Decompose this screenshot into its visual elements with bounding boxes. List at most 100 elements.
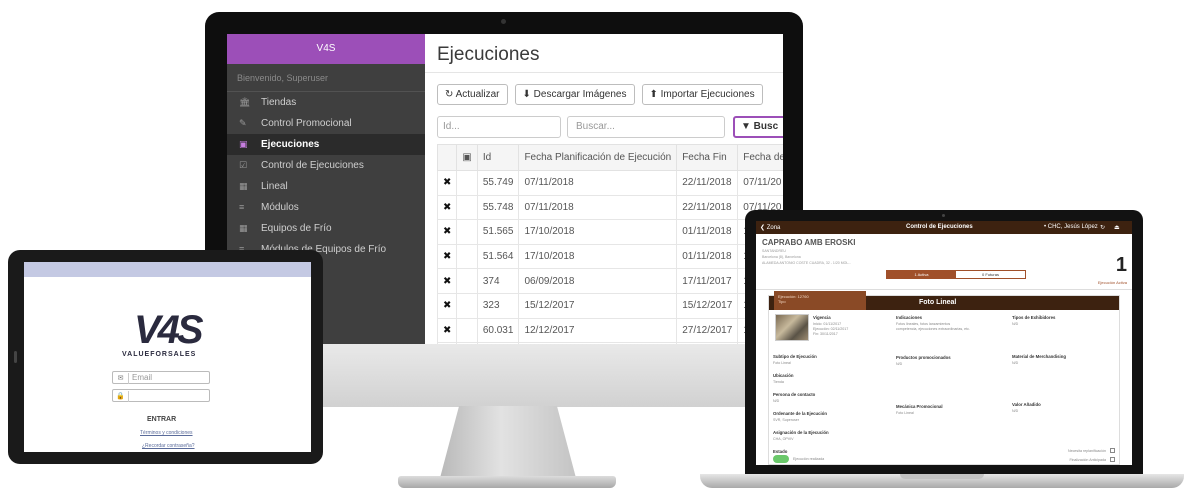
sidebar-item-icon: ☑ (239, 160, 248, 170)
remove-icon[interactable]: ✖ (436, 194, 458, 221)
estado-value: Ejecución realizada (793, 457, 825, 461)
execution-card: Ejecución: 12760 Tipo Foto Lineal Vigenc… (768, 291, 1120, 465)
card-title: Foto Lineal (919, 299, 957, 306)
forgot-password-link[interactable]: ¿Recordar contraseña? (142, 443, 195, 449)
monitor-camera (501, 19, 506, 24)
remove-icon[interactable]: ✖ (436, 219, 458, 245)
store-address: ALAMEDA ANTONIO COSTE CUADRA, 32 - 1/20 … (762, 261, 852, 265)
row-select-cell[interactable] (456, 292, 478, 319)
welcome-text: Bienvenido, Superuser (227, 64, 425, 92)
refresh-icon[interactable]: ↻ (1100, 224, 1105, 231)
remove-icon[interactable]: ✖ (436, 292, 458, 319)
column-header[interactable]: Fecha de (737, 144, 783, 171)
planned-date-cell: 15/12/2017 (518, 292, 678, 319)
import-executions-button[interactable]: ⬆ Importar Ejecuciones (641, 84, 763, 105)
laptop-nav-bar: ❮ Zona Control de Ejecuciones • CHC, Jes… (756, 221, 1132, 234)
column-header[interactable] (436, 144, 458, 171)
store-header: CAPRABO AMB EROSKI SANTANDREU Barcelona … (756, 234, 1132, 290)
monitor-stand-base (398, 476, 616, 488)
end-date-cell: 15/12/2017 (676, 292, 739, 319)
id-cell: 51.565 (476, 219, 520, 245)
column-header[interactable]: Id (476, 144, 520, 171)
main-panel: Ejecuciones ↻ Actualizar ⬇ Descargar Imá… (425, 34, 783, 352)
row-select-cell[interactable] (456, 317, 478, 344)
table-row[interactable]: ✖32315/12/201715/12/201715 (436, 292, 783, 319)
segment-future[interactable]: 0 Futuras (956, 271, 1025, 278)
sidebar-item-1[interactable]: ✎ Control Promocional (227, 113, 425, 134)
table-row[interactable]: ✖ 55.748 07/11/2018 22/11/2018 07/11/20 (436, 194, 783, 221)
table-row[interactable]: ✖60.03112/12/201727/12/201712 (436, 317, 783, 344)
row-select-cell[interactable] (456, 194, 478, 221)
replanificacion-checkbox[interactable] (1110, 448, 1115, 453)
vigencia-label: Vigencia (813, 315, 831, 320)
column-header[interactable]: Fecha Fin (676, 144, 739, 171)
estado-toggle[interactable] (773, 455, 789, 463)
remove-icon[interactable]: ✖ (436, 317, 458, 344)
search-button[interactable]: ▼ Busc (733, 116, 783, 138)
tipos-value: N/D (1012, 322, 1019, 326)
id-filter-input[interactable]: Id... (437, 116, 561, 138)
sidebar-brand[interactable]: V4S (227, 34, 425, 64)
sidebar-item-4[interactable]: ▦ Lineal (227, 176, 425, 197)
sidebar-item-2[interactable]: ▣ Ejecuciones (227, 134, 425, 155)
sidebar-item-label: Equipos de Frío (261, 223, 332, 234)
store-line-2: Barcelona (8), Barcelona (762, 255, 801, 259)
table-row[interactable]: ✖37406/09/201817/11/201717 (436, 268, 783, 294)
ubicacion-label: Ubicación (773, 373, 794, 378)
terms-link[interactable]: Términos y condiciones (140, 430, 193, 436)
planned-date-cell: 17/10/2018 (518, 243, 678, 270)
planned-date-cell: 07/11/2018 (518, 170, 678, 196)
execution-badge: Ejecución: 12760 Tipo (774, 291, 866, 310)
remove-icon[interactable]: ✖ (436, 268, 458, 294)
remove-icon[interactable]: ✖ (436, 243, 458, 270)
id-cell: 374 (476, 268, 520, 294)
laptop-device: ❮ Zona Control de Ejecuciones • CHC, Jes… (745, 210, 1143, 474)
end-date-cell: 22/11/2018 (676, 170, 739, 196)
login-button[interactable]: ENTRAR (147, 416, 176, 423)
remove-icon[interactable]: ✖ (436, 170, 458, 196)
back-button[interactable]: ❮ Zona (760, 224, 780, 231)
segment-active[interactable]: 1 Activa (887, 271, 956, 278)
lock-icon: 🔒 (113, 391, 129, 402)
v4s-logo: V4S (134, 308, 204, 352)
user-name[interactable]: • CHC, Jesús López (1044, 224, 1098, 230)
download-images-button[interactable]: ⬇ Descargar Imágenes (514, 84, 635, 105)
asignacion-label: Asignación de la Ejecución (773, 430, 829, 435)
table-header-row: ▣ Id Fecha Planificación de Ejecución Fecha… (436, 144, 783, 171)
finalizacion-label: Finalización Anticipada (1069, 458, 1106, 462)
indicaciones-line-2: competencia, ejecuciones extraordinarias… (896, 327, 970, 331)
valor-label: Valor Añadido (1012, 402, 1041, 407)
sidebar-item-label: Tiendas (261, 97, 297, 108)
table-row[interactable]: ✖ 55.749 07/11/2018 22/11/2018 07/11/20 (436, 170, 783, 196)
password-field[interactable]: 🔒 (112, 389, 210, 402)
column-header[interactable]: ▣ (456, 144, 478, 171)
row-select-cell[interactable] (456, 170, 478, 196)
table-row[interactable]: ✖51.56517/10/201801/11/201817 (436, 219, 783, 245)
sidebar-item-5[interactable]: ≡ Módulos (227, 197, 425, 218)
ordenante-label: Ordenante de la Ejecución (773, 411, 827, 416)
executions-table: ▣ Id Fecha Planificación de Ejecución Fecha… (436, 144, 783, 352)
vigencia-end: Fin: 30/11/2017 (813, 332, 838, 336)
search-input[interactable]: Buscar... (567, 116, 725, 138)
refresh-button[interactable]: ↻ Actualizar (437, 84, 508, 105)
laptop-notch (900, 474, 984, 479)
row-select-cell[interactable] (456, 243, 478, 270)
ordenante-value: SVR, Superuser (773, 418, 799, 422)
row-select-cell[interactable] (456, 268, 478, 294)
logout-icon[interactable]: ⏏ (1114, 224, 1120, 231)
row-select-cell[interactable] (456, 219, 478, 245)
sidebar-item-3[interactable]: ☑ Control de Ejecuciones (227, 155, 425, 176)
page-title: Ejecuciones (437, 44, 540, 65)
sidebar-item-0[interactable]: 🏛 Tiendas (227, 92, 425, 113)
toolbar: ↻ Actualizar ⬇ Descargar Imágenes ⬆ Impo… (437, 84, 763, 105)
shelf-photo[interactable] (775, 314, 809, 341)
sidebar-item-icon: ≡ (239, 202, 245, 212)
id-cell: 55.749 (476, 170, 520, 196)
table-row[interactable]: ✖51.56417/10/201801/11/201817 (436, 243, 783, 270)
email-field[interactable]: ✉ Email (112, 371, 210, 384)
column-header[interactable]: Fecha Planificación de Ejecución (518, 144, 678, 171)
finalizacion-checkbox[interactable] (1110, 457, 1115, 462)
sidebar-item-6[interactable]: ▦ Equipos de Frío (227, 218, 425, 239)
sidebar-item-label: Ejecuciones (261, 139, 320, 150)
monitor-stand (440, 406, 576, 478)
